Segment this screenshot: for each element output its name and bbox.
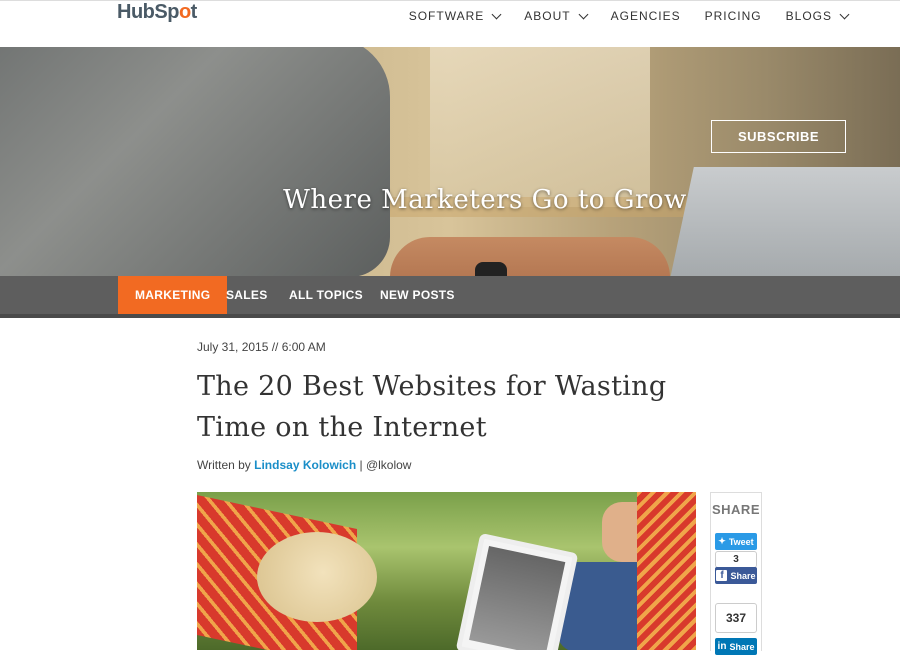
tab-marketing[interactable]: MARKETING <box>118 276 228 314</box>
category-bar: MARKETING SALES ALL TOPICS NEW POSTS <box>0 276 900 318</box>
share-title: SHARE <box>711 502 760 517</box>
hero-banner: Where Marketers Go to Grow SUBSCRIBE <box>0 47 900 276</box>
hubspot-logo[interactable]: HubSpot <box>117 1 197 24</box>
page-title: The 20 Best Websites for Wasting Time on… <box>197 371 667 443</box>
post-date: July 31, 2015 // 6:00 AM <box>197 340 326 354</box>
nav-pricing[interactable]: PRICING <box>705 9 762 23</box>
tweet-button[interactable]: ✦ Tweet <box>715 533 757 550</box>
tab-all-topics[interactable]: ALL TOPICS <box>289 276 363 314</box>
subscribe-button[interactable]: SUBSCRIBE <box>711 120 846 153</box>
nav-software[interactable]: SOFTWARE <box>409 9 502 23</box>
nav-blogs[interactable]: BLOGS <box>786 9 850 23</box>
featured-image <box>197 492 696 650</box>
facebook-icon: f <box>716 570 728 581</box>
chevron-down-icon <box>491 9 502 19</box>
author-handle: | @lkolow <box>356 458 412 472</box>
top-navigation: HubSpot SOFTWARE ABOUT AGENCIES PRICING … <box>0 0 900 48</box>
chevron-down-icon <box>578 9 589 19</box>
hero-background-window <box>430 47 650 207</box>
hero-hand-image <box>390 237 670 276</box>
share-sidebar: SHARE ✦ Tweet 3 f Share 337 in Share <box>710 492 762 655</box>
author-link[interactable]: Lindsay Kolowich <box>254 458 356 472</box>
facebook-share-button[interactable]: f Share <box>715 567 757 584</box>
linkedin-share-count: 337 <box>715 603 757 633</box>
nav-agencies[interactable]: AGENCIES <box>611 9 681 23</box>
tab-sales[interactable]: SALES <box>226 276 268 314</box>
nav-links: SOFTWARE ABOUT AGENCIES PRICING BLOGS <box>385 9 850 23</box>
hero-tagline: Where Marketers Go to Grow <box>283 185 687 215</box>
nav-about[interactable]: ABOUT <box>524 9 589 23</box>
twitter-icon: ✦ <box>718 536 726 546</box>
wristband-image <box>475 262 507 276</box>
linkedin-share-button[interactable]: in Share <box>715 638 757 655</box>
chevron-down-icon <box>839 9 850 19</box>
laptop-image <box>666 167 900 276</box>
linkedin-icon: in <box>717 641 727 652</box>
facebook-share-count: 3 <box>715 551 757 568</box>
hero-arm-image <box>0 47 390 276</box>
byline: Written by Lindsay Kolowich | @lkolow <box>197 458 412 472</box>
tab-new-posts[interactable]: NEW POSTS <box>380 276 455 314</box>
